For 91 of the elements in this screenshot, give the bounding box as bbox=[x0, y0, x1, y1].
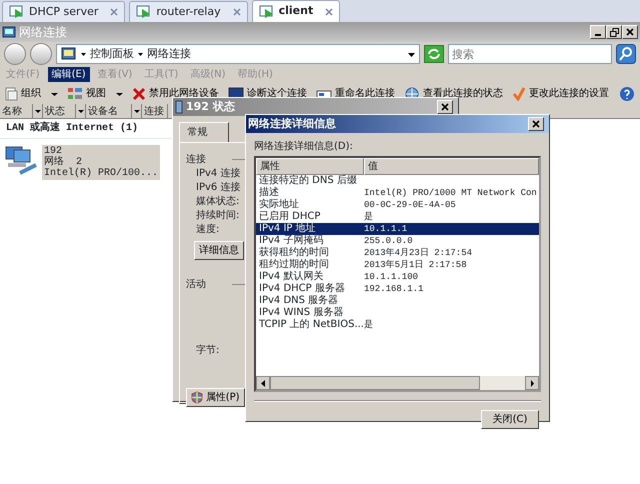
close-icon bbox=[532, 120, 540, 128]
column-header[interactable]: 名称 bbox=[0, 104, 33, 118]
search-icon[interactable] bbox=[616, 44, 636, 64]
close-icon bbox=[626, 28, 634, 36]
column-header[interactable]: 连接 bbox=[142, 104, 168, 118]
dialog-title: 网络连接详细信息 bbox=[248, 116, 336, 132]
toolbar-button[interactable]: 视图 bbox=[65, 86, 125, 101]
close-icon[interactable] bbox=[325, 8, 334, 16]
list-row[interactable]: 描述 Intel(R) PRO/1000 MT Network Con bbox=[256, 187, 539, 199]
list-row[interactable]: IPv4 默认网关 10.1.1.100 bbox=[256, 271, 539, 283]
field-label: 字节: bbox=[196, 344, 220, 358]
list-row[interactable]: TCPIP 上的 NetBIOS...是 bbox=[256, 319, 539, 331]
play-window-icon bbox=[9, 5, 25, 19]
close-icon[interactable] bbox=[110, 8, 118, 16]
caret-icon bbox=[116, 92, 123, 96]
column-header[interactable]: 状态 bbox=[43, 104, 76, 118]
connection-item[interactable]: 192 网络 2 Intel(R) PRO/100... bbox=[42, 145, 160, 180]
column-dropdown[interactable] bbox=[76, 104, 86, 118]
field-label: IPv6 连接 bbox=[196, 180, 240, 194]
cross-icon bbox=[132, 86, 146, 100]
field-label: 持续时间: bbox=[196, 208, 240, 222]
address-bar[interactable]: 控制面板 网络连接 bbox=[56, 44, 420, 64]
document-icon bbox=[4, 86, 18, 100]
list-label: 网络连接详细信息(D): bbox=[253, 140, 354, 154]
window-title: 网络连接 bbox=[19, 24, 67, 41]
network-computers-icon[interactable] bbox=[4, 145, 38, 175]
field-label: IPv4 连接 bbox=[196, 166, 240, 180]
dropdown-arrow-icon bbox=[134, 109, 140, 113]
section-heading: 活动 bbox=[186, 278, 206, 292]
network-folder-icon bbox=[61, 46, 77, 62]
horizontal-scrollbar[interactable] bbox=[256, 376, 539, 390]
shield-icon bbox=[191, 390, 203, 404]
toolbar-button[interactable]: 更改此连接的设置 bbox=[510, 86, 611, 101]
properties-button[interactable]: 属性(P) bbox=[186, 388, 245, 406]
section-heading: 连接 bbox=[186, 152, 206, 166]
view-grid-icon bbox=[67, 86, 83, 100]
dialog-title: 192 状态 bbox=[186, 98, 235, 115]
caret-icon bbox=[51, 92, 58, 96]
close-button[interactable] bbox=[622, 25, 638, 39]
back-button[interactable] bbox=[4, 43, 26, 65]
column-header[interactable]: 属性 bbox=[256, 158, 364, 175]
list-row[interactable]: IPv4 IP 地址 10.1.1.1 bbox=[256, 223, 539, 235]
breadcrumb-item[interactable]: 网络连接 bbox=[147, 46, 191, 62]
scroll-left-icon[interactable] bbox=[261, 380, 265, 386]
dialog-tab[interactable]: 常规 bbox=[178, 122, 228, 142]
field-label: 媒体状态: bbox=[196, 194, 240, 208]
list-row[interactable]: 连接特定的 DNS 后缀 bbox=[256, 175, 539, 187]
browser-tab[interactable]: router-relay bbox=[129, 1, 248, 22]
close-icon[interactable] bbox=[232, 8, 241, 16]
column-header[interactable]: 值 bbox=[364, 158, 539, 175]
refresh-icon[interactable] bbox=[424, 45, 444, 63]
restore-button[interactable] bbox=[606, 25, 622, 39]
column-header[interactable]: 设备名 bbox=[86, 104, 132, 118]
toolbar-button[interactable]: 禁用此网络设备 bbox=[130, 86, 221, 101]
close-button[interactable]: 关闭(C) bbox=[481, 410, 539, 429]
scroll-right-icon[interactable] bbox=[530, 380, 534, 386]
help-icon[interactable] bbox=[618, 86, 634, 102]
forward-button[interactable] bbox=[30, 43, 52, 65]
list-row[interactable]: 获得租约的时间 2013年4月23日 2:17:54 bbox=[256, 247, 539, 259]
browser-tab[interactable]: client bbox=[252, 0, 340, 22]
breadcrumb-item[interactable]: 控制面板 bbox=[90, 46, 134, 62]
list-row[interactable]: IPv4 子网掩码 255.0.0.0 bbox=[256, 235, 539, 247]
list-row[interactable]: 已启用 DHCP 是 bbox=[256, 211, 539, 223]
list-row[interactable]: IPv4 DNS 服务器 bbox=[256, 295, 539, 307]
menu-item[interactable]: 编辑(E) bbox=[48, 67, 90, 82]
dropdown-arrow-icon bbox=[35, 109, 41, 113]
play-window-icon bbox=[258, 4, 275, 18]
list-row[interactable]: 实际地址 00-0C-29-0E-4A-05 bbox=[256, 199, 539, 211]
details-button[interactable]: 详细信息 bbox=[194, 240, 244, 260]
dropdown-arrow-icon bbox=[78, 109, 84, 113]
network-folder-icon bbox=[2, 25, 16, 39]
network-adapter-icon bbox=[175, 100, 183, 114]
play-window-icon bbox=[136, 5, 152, 19]
chevron-icon[interactable] bbox=[81, 52, 86, 56]
close-button[interactable] bbox=[528, 117, 544, 131]
browser-tab[interactable]: DHCP server bbox=[2, 1, 126, 22]
list-row[interactable]: IPv4 WINS 服务器 bbox=[256, 307, 539, 319]
chevron-icon[interactable] bbox=[138, 52, 143, 56]
toolbar-button[interactable]: 组织 bbox=[2, 86, 60, 101]
list-row[interactable]: IPv4 DHCP 服务器 192.168.1.1 bbox=[256, 283, 539, 295]
column-dropdown[interactable] bbox=[132, 104, 142, 118]
close-icon bbox=[441, 103, 450, 111]
restore-icon bbox=[610, 28, 618, 36]
close-button[interactable] bbox=[437, 100, 454, 114]
field-label: 速度: bbox=[196, 222, 220, 236]
list-row[interactable]: 租约过期的时间 2013年5月1日 2:17:58 bbox=[256, 259, 539, 271]
dropdown-arrow-icon[interactable] bbox=[408, 52, 415, 56]
column-dropdown[interactable] bbox=[33, 104, 43, 118]
minimize-button[interactable] bbox=[590, 25, 606, 39]
search-field[interactable]: 搜索 bbox=[448, 44, 612, 64]
checkmark-icon bbox=[512, 86, 526, 100]
